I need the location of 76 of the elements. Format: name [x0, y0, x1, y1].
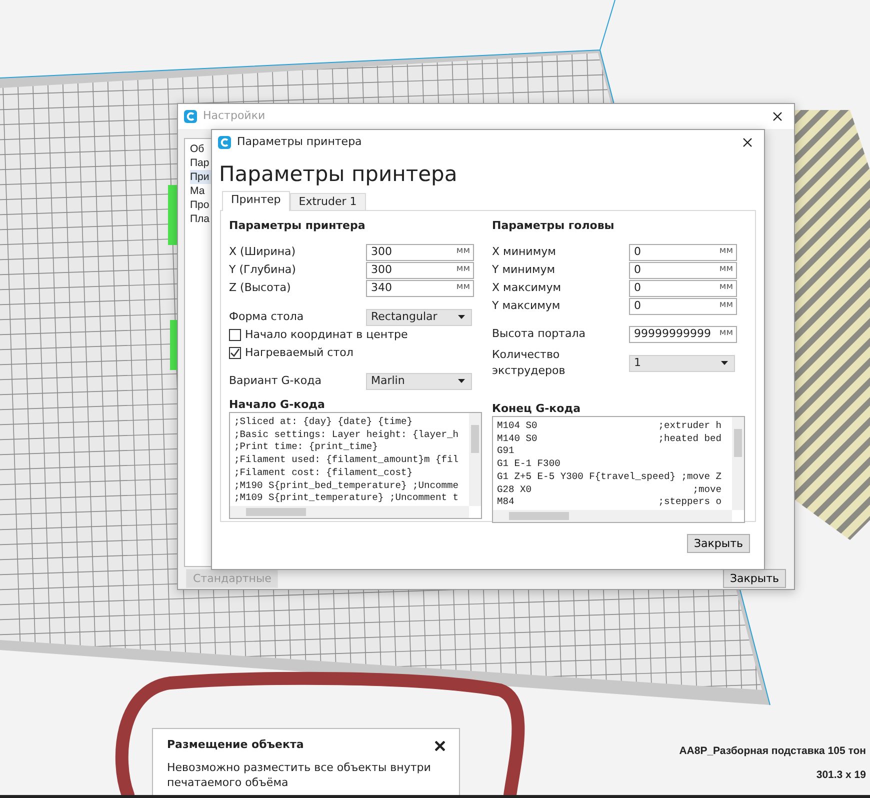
unit-label: мм — [719, 327, 733, 340]
dialog-heading: Параметры принтера — [212, 155, 764, 187]
dropdown[interactable]: Marlin — [366, 372, 472, 390]
field-value: 0 — [634, 244, 642, 260]
dropdown-value: Rectangular — [371, 308, 438, 325]
field-value: 340 — [371, 280, 393, 296]
code-text: ;Sliced at: {day} {date} {time} ;Basic settings: Layer height: {layer_h ;Print time: {print_time} ;Filament used: {filament_amount}m {fil ;Filament cost: {filament_cost} ;M190 S{print_bed_temperature} ;Uncomme ;M109 S{print_temperature} ;Uncomment t — [233, 415, 460, 506]
field-label: X (Ширина) — [229, 244, 297, 260]
input-field[interactable]: 0 мм — [629, 244, 737, 260]
checkbox-label: Начало координат в центре — [245, 326, 408, 343]
checkbox[interactable] — [229, 347, 241, 359]
field-label: Форма стола — [229, 308, 305, 325]
code-text: M104 S0 ;extruder h M140 S0 ;heated bed G91 G1 E-1 F300 G1 Z+5 E-5 Y300 F{travel_speed} ;move Z G28 X0 ;move M84 ;steppers o — [496, 419, 723, 510]
close-button[interactable]: Закрыть — [687, 534, 750, 553]
field-label: X минимум — [492, 244, 557, 260]
checkbox[interactable] — [229, 329, 241, 341]
unit-label: мм — [719, 281, 733, 294]
app-logo-icon — [218, 136, 231, 149]
field-value: 300 — [371, 244, 393, 260]
app-logo-icon — [184, 110, 197, 123]
field-value: 99999999999 — [634, 326, 712, 342]
field-label: Y минимум — [492, 262, 556, 278]
field-value: 0 — [634, 262, 642, 278]
code-editor[interactable]: M104 S0 ;extruder h M140 S0 ;heated bed G91 G1 E-1 F300 G1 Z+5 E-5 Y300 F{travel_speed} ;move Z G28 X0 ;move M84 ;steppers o — [492, 416, 745, 523]
field-label: Высота портала — [492, 326, 586, 342]
horizontal-scrollbar[interactable] — [230, 506, 469, 518]
field-value: 300 — [371, 262, 393, 278]
tab[interactable]: Принтер — [222, 191, 290, 211]
dropdown-value: 1 — [634, 354, 642, 371]
field-label: X максимум — [492, 280, 562, 296]
horizontal-scrollbar[interactable] — [493, 510, 732, 522]
code-editor[interactable] — [229, 412, 482, 519]
tab[interactable]: Extruder 1 — [290, 193, 366, 210]
close-icon — [435, 740, 445, 751]
input-field[interactable]: 300 мм — [366, 244, 474, 260]
object-dimensions: 301.3 x 19 — [815, 768, 866, 783]
input-field[interactable]: 0 мм — [629, 262, 737, 278]
vertical-scrollbar[interactable] — [469, 413, 481, 506]
section-title: Конец G-кода — [492, 402, 582, 416]
close-icon — [743, 138, 752, 148]
section-title: Параметры головы — [492, 219, 616, 233]
unit-label: мм — [456, 281, 470, 294]
dropdown[interactable]: Rectangular — [366, 308, 472, 326]
window-title: Параметры принтера — [237, 134, 362, 150]
unit-label: мм — [719, 299, 733, 312]
unit-label: мм — [456, 263, 470, 276]
section-title: Параметры принтера — [229, 219, 366, 233]
field-label: Вариант G-кода — [229, 372, 322, 389]
section-title: Начало G-кода — [229, 398, 326, 412]
input-field[interactable]: 0 мм — [629, 280, 737, 296]
field-value: 0 — [634, 298, 642, 314]
field-label: Z (Высота) — [229, 280, 292, 296]
dropdown-value: Marlin — [371, 372, 406, 389]
caret-icon — [721, 361, 728, 365]
field-label: Количество экструдеров — [492, 346, 566, 379]
unit-label: мм — [719, 263, 733, 276]
input-field[interactable]: 300 мм — [366, 262, 474, 278]
checkbox-label: Нагреваемый стол — [245, 344, 354, 361]
close-icon — [773, 112, 782, 122]
dropdown[interactable]: 1 — [629, 354, 735, 372]
unit-label: мм — [719, 245, 733, 258]
window-title: Настройки — [203, 108, 266, 124]
close-button[interactable]: Закрыть — [723, 569, 786, 588]
caret-icon — [458, 379, 465, 383]
vertical-scrollbar[interactable] — [732, 417, 744, 510]
field-label: Y максимум — [492, 298, 562, 314]
field-label: Y (Глубина) — [229, 262, 297, 278]
object-name: AA8P_Разборная подставка 105 тон — [679, 744, 866, 759]
notification-message: Невозможно разместить все объекты внутри печатаемого объёма — [167, 760, 432, 790]
input-field[interactable]: 340 мм — [366, 280, 474, 296]
field-value: 0 — [634, 280, 642, 296]
unit-label: мм — [456, 245, 470, 258]
input-field[interactable]: 99999999999 мм — [629, 326, 737, 342]
caret-icon — [458, 315, 465, 319]
input-field[interactable]: 0 мм — [629, 298, 737, 314]
notification-title: Размещение объекта — [167, 737, 304, 753]
